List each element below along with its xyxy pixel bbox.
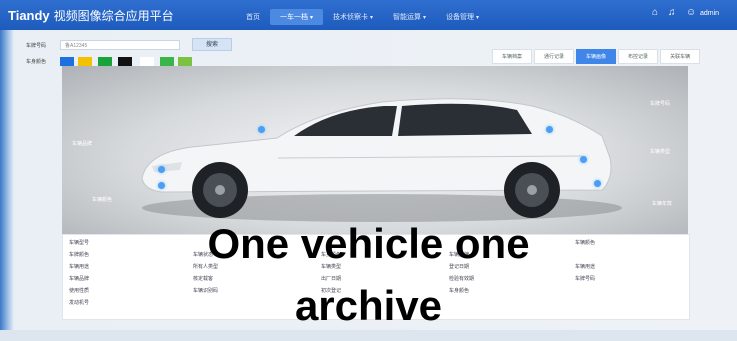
chevron-down-icon: ▾ [310, 15, 314, 21]
hotspot-rear-bumper[interactable] [594, 180, 601, 187]
nav-label: 技术侦察卡 [333, 14, 369, 21]
caption-line-2: archive [294, 282, 443, 329]
nav-item-home[interactable]: 首页 [236, 9, 270, 25]
nav-label: 智能运算 [393, 14, 422, 21]
label-vehicle-year: 车辆年款 [652, 201, 673, 207]
nav-item-device-mgmt[interactable]: 设备管理 ▾ [436, 9, 489, 25]
label-inspection: 车辆颜色 [92, 197, 113, 203]
tab-archive[interactable]: 车辆档案 [492, 49, 533, 64]
archive-tabs: 车辆档案 通行记录 车辆画像 布控记录 关联车辆 [490, 49, 701, 64]
table-cell: 车牌号码 [575, 276, 596, 282]
search-button[interactable]: 搜索 [192, 38, 232, 51]
bell-icon[interactable]: ♫ [668, 7, 676, 18]
tab-pass-records[interactable]: 通行记录 [534, 49, 575, 64]
tab-control-records[interactable]: 布控记录 [618, 49, 659, 64]
nav-label: 一车一档 [280, 14, 308, 21]
swatch-lightgreen[interactable] [160, 57, 174, 66]
app-title: Tiandy 视频图像综合应用平台 [8, 7, 174, 24]
platform-name: 视频图像综合应用平台 [53, 9, 174, 23]
lock-icon[interactable]: ⌂ [652, 7, 658, 18]
swatch-black[interactable] [118, 57, 132, 66]
swatch-blue[interactable] [60, 57, 74, 66]
tab-related-vehicles[interactable]: 关联车辆 [660, 49, 701, 64]
swatch-yellow[interactable] [78, 57, 92, 66]
tab-vehicle-portrait[interactable]: 车辆画像 [576, 49, 617, 64]
label-vehicle-type: 车辆类型 [650, 149, 671, 155]
chevron-down-icon: ▾ [423, 15, 427, 21]
top-nav-bar: Tiandy 视频图像综合应用平台 首页 一车一档 ▾ 技术侦察卡 ▾ 智能运算 ▾ 设… [0, 0, 737, 30]
table-cell: 车辆品牌 [69, 276, 90, 282]
app-window: Tiandy 视频图像综合应用平台 首页 一车一档 ▾ 技术侦察卡 ▾ 智能运算 ▾ 设… [0, 0, 737, 341]
table-cell: 出厂日期 [321, 276, 342, 282]
label-vehicle-brand: 车辆品牌 [72, 141, 93, 147]
swatch-white[interactable] [140, 57, 154, 66]
username[interactable]: admin [700, 10, 719, 17]
vehicle-portrait-panel: 车辆品牌 车辆颜色 车牌号码 车辆类型 车辆年款 [62, 66, 688, 234]
hotspot-rear-window[interactable] [546, 126, 553, 133]
nav-label: 设备管理 [446, 14, 475, 21]
car-illustration [141, 98, 622, 222]
hotspot-headlight[interactable] [158, 166, 165, 173]
table-cell: 检验有效期 [449, 276, 475, 282]
plate-label: 车牌号码 [26, 43, 47, 49]
nav-label: 首页 [246, 14, 260, 21]
hotspot-taillight[interactable] [580, 156, 587, 163]
label-plate: 车牌号码 [650, 101, 671, 107]
user-icon[interactable]: ☺ [686, 7, 696, 18]
chevron-down-icon: ▾ [370, 15, 374, 21]
main-nav: 首页 一车一档 ▾ 技术侦察卡 ▾ 智能运算 ▾ 设备管理 ▾ [236, 9, 489, 25]
swatch-yellowgreen[interactable] [178, 57, 192, 66]
footer-bar [0, 330, 737, 341]
hotspot-window[interactable] [258, 126, 265, 133]
nav-item-vehicle-archive[interactable]: 一车一档 ▾ [270, 9, 324, 25]
color-label: 车身颜色 [26, 59, 47, 65]
caption-line-1: One vehicle one [207, 220, 530, 267]
chevron-down-icon: ▾ [476, 15, 480, 21]
nav-item-investigation[interactable]: 技术侦察卡 ▾ [323, 9, 383, 25]
plate-input[interactable]: 鲁A12345 [60, 40, 180, 50]
table-cell: 核定载客 [193, 276, 214, 282]
swatch-green[interactable] [98, 57, 112, 66]
brand-name: Tiandy [8, 8, 50, 23]
nav-item-smart-compute[interactable]: 智能运算 ▾ [383, 9, 436, 25]
hotspot-bumper[interactable] [158, 182, 165, 189]
